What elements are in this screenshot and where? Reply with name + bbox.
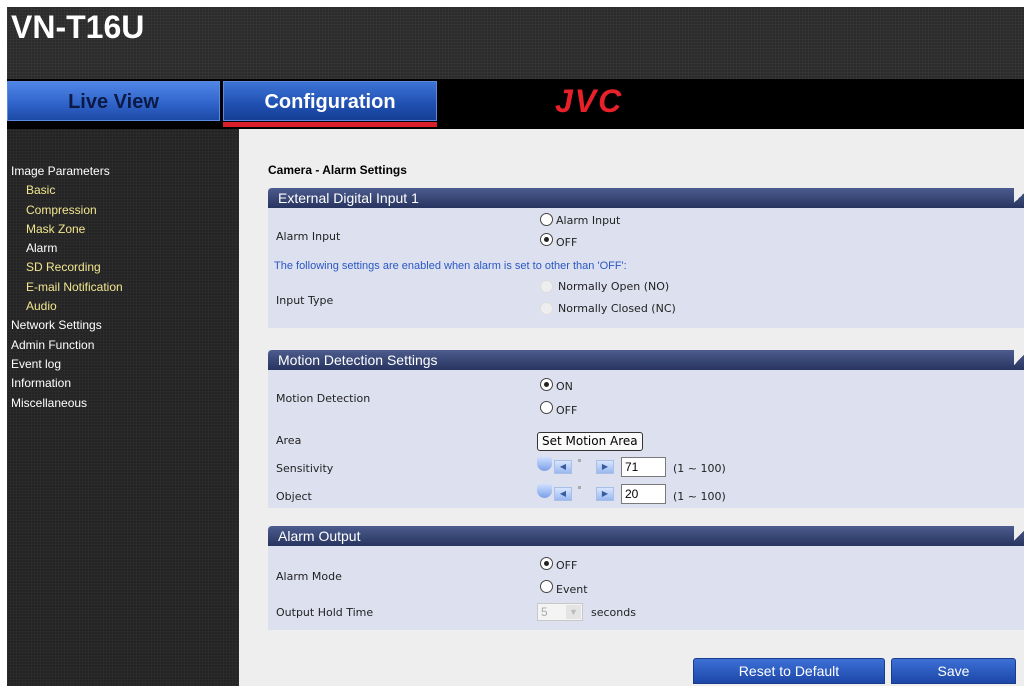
normally-closed-radio[interactable] [540,302,553,315]
alarm-output-heading: Alarm Output [268,526,1024,546]
sensitivity-track-dot [578,459,581,462]
motion-section: Motion Detection Settings Motion Detecti… [268,350,1024,508]
chevron-down-icon[interactable]: ▼ [566,605,581,619]
motion-off-radio[interactable] [540,401,553,414]
save-button[interactable]: Save [891,658,1016,684]
sidebar-item-compression[interactable]: Compression [11,201,123,220]
normally-open-radio[interactable] [540,280,553,293]
object-slider[interactable]: ◀ ▶ [537,484,618,501]
sidebar-item-event-log[interactable]: Event log [11,355,123,374]
area-label: Area [276,434,302,447]
alarm-input-off-radio[interactable] [540,233,553,246]
sidebar-item-admin-function[interactable]: Admin Function [11,336,123,355]
app-frame: VN-T16U Live View Configuration JVC Imag… [7,7,1024,686]
sensitivity-slider[interactable]: ◀ ▶ [537,457,618,474]
sidebar-item-sd-recording[interactable]: SD Recording [11,258,123,277]
sidebar-item-email-notification[interactable]: E-mail Notification [11,278,123,297]
alarm-input-radio[interactable] [540,213,553,226]
sensitivity-left-arrow-icon[interactable]: ◀ [554,460,572,474]
alarm-mode-event-label: Event [556,583,588,596]
motion-on-label: ON [556,380,573,393]
output-hold-time-select[interactable]: 5 ▼ [537,603,583,621]
alarm-mode-off-label: OFF [556,559,578,572]
sensitivity-slider-thumb[interactable] [537,457,552,471]
motion-on-radio[interactable] [540,378,553,391]
output-hold-time-label: Output Hold Time [276,606,374,619]
normally-open-label: Normally Open (NO) [558,280,670,293]
reset-to-default-button[interactable]: Reset to Default [693,658,885,684]
output-hold-time-value: 5 [541,605,548,619]
active-tab-indicator [223,122,437,127]
alarm-input-label: Alarm Input [276,230,341,243]
object-input[interactable]: 20 [621,484,666,504]
object-track-dot [578,486,581,489]
object-right-arrow-icon[interactable]: ▶ [596,487,614,501]
motion-off-label: OFF [556,404,578,417]
sensitivity-label: Sensitivity [276,462,334,475]
alarm-input-option-label: Alarm Input [556,214,621,227]
sidebar-item-network-settings[interactable]: Network Settings [11,316,123,335]
sidebar-item-information[interactable]: Information [11,374,123,393]
sidebar-menu: Image Parameters Basic Compression Mask … [11,162,123,413]
sensitivity-range: (1 ~ 100) [673,462,726,475]
object-slider-thumb[interactable] [537,484,552,498]
alarm-output-section: Alarm Output Alarm Mode OFF Event Output… [268,526,1024,630]
tab-configuration[interactable]: Configuration [223,81,437,121]
main-content: Camera - Alarm Settings External Digital… [239,129,1024,686]
motion-detection-label: Motion Detection [276,392,371,405]
alarm-mode-label: Alarm Mode [276,570,342,583]
sidebar-item-miscellaneous[interactable]: Miscellaneous [11,394,123,413]
input-type-label: Input Type [276,294,334,307]
sidebar-item-alarm[interactable]: Alarm [11,239,123,258]
alarm-input-off-label: OFF [556,236,578,249]
header: VN-T16U [7,7,1024,79]
sidebar-item-basic[interactable]: Basic [11,181,123,200]
object-range: (1 ~ 100) [673,490,726,503]
alarm-mode-event-radio[interactable] [540,580,553,593]
jvc-logo: JVC [555,83,624,119]
external-input-heading: External Digital Input 1 [268,188,1024,208]
page-title: Camera - Alarm Settings [268,163,407,177]
nav-bar: Live View Configuration JVC [7,79,1024,129]
motion-heading: Motion Detection Settings [268,350,1024,370]
alarm-note: The following settings are enabled when … [274,260,627,272]
object-left-arrow-icon[interactable]: ◀ [554,487,572,501]
sensitivity-input[interactable]: 71 [621,457,666,477]
sidebar-item-audio[interactable]: Audio [11,297,123,316]
external-input-section: External Digital Input 1 Alarm Input Ala… [268,188,1024,328]
set-motion-area-button[interactable]: Set Motion Area [537,432,643,451]
object-label: Object [276,490,312,503]
sidebar-item-image-parameters[interactable]: Image Parameters [11,162,123,181]
output-hold-time-unit: seconds [591,606,636,619]
sensitivity-right-arrow-icon[interactable]: ▶ [596,460,614,474]
tab-live-view[interactable]: Live View [7,81,220,121]
normally-closed-label: Normally Closed (NC) [558,302,676,315]
sidebar-item-mask-zone[interactable]: Mask Zone [11,220,123,239]
model-title: VN-T16U [11,9,145,45]
sidebar: Image Parameters Basic Compression Mask … [7,129,239,686]
alarm-mode-off-radio[interactable] [540,557,553,570]
